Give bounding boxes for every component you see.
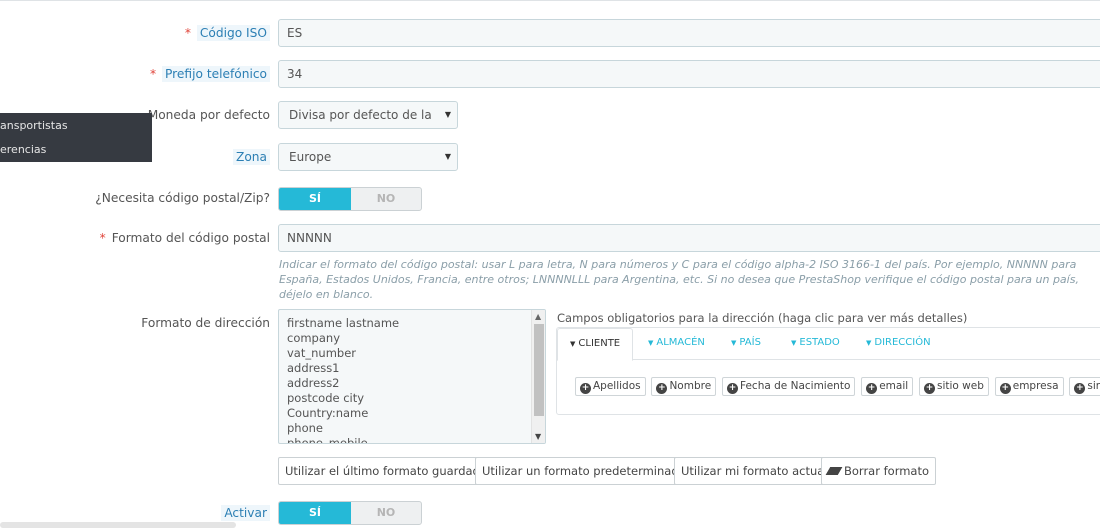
chip-label: Nombre [669,380,712,392]
iso-code-input[interactable]: ES [278,19,1100,47]
address-format-label: Formato de dirección [141,316,270,330]
tab-label: ESTADO [799,337,840,348]
use-current-format-button[interactable]: Utilizar mi formato actual [674,457,835,485]
eraser-icon [825,467,843,475]
plus-icon: + [580,383,591,394]
tab-label: DIRECCIÓN [874,337,931,348]
zip-format-help: Indicar el formato del código postal: us… [279,258,1079,301]
field-chip[interactable]: + empresa [994,377,1064,396]
horizontal-scrollbar[interactable] [0,522,236,528]
activate-label: Activar [221,505,270,521]
required-fields-panel: ▼ CLIENTE ▼ ALMACÉN ▼ PAÍS ▼ ESTADO ▼ DIRECCI… [556,327,1100,415]
required-fields-title: Campos obligatorios para la dirección (h… [557,311,968,325]
required-fields-tabs: ▼ CLIENTE ▼ ALMACÉN ▼ PAÍS ▼ ESTADO ▼ DIRECCI… [557,328,1100,361]
address-format-lines: firstname lastname company vat_number ad… [287,316,400,444]
sidebar-item-carriers[interactable]: ansportistas [0,119,68,132]
caret-down-icon: ▼ [570,340,576,348]
field-chip[interactable]: + Nombre [651,377,717,396]
address-line: phone_mobile [287,436,368,444]
address-line: vat_number [287,346,356,360]
field-chip[interactable]: + sitio web [919,377,989,396]
toggle-yes[interactable]: SÍ [279,188,351,210]
zone-label-text: Zona [233,149,270,165]
address-line: phone [287,421,323,435]
caret-down-icon: ▼ [791,339,797,347]
chip-label: empresa [1012,380,1059,392]
chip-label: sitio web [937,380,984,392]
required-marker: * [184,26,191,40]
scroll-down-icon[interactable]: ▼ [535,432,541,441]
chip-label: email [879,380,909,392]
field-chip[interactable]: + email [861,377,914,396]
plus-icon: + [656,383,668,394]
address-line: postcode city [287,391,365,405]
phone-prefix-label-text: Prefijo telefónico [162,66,270,82]
plus-icon: + [727,383,738,394]
chip-label: siret [1087,380,1100,392]
tab-label: PAÍS [739,337,761,348]
zip-format-label-text: Formato del código postal [111,231,270,245]
field-chip[interactable]: +siret [1069,377,1100,396]
sidebar-flyout-menu: ansportistas erencias [0,113,152,162]
tab-label: ALMACÉN [656,337,705,348]
tab-warehouse[interactable]: ▼ ALMACÉN [648,328,705,360]
zone-value: Europe [289,150,332,164]
clear-format-label: Borrar formato [844,464,930,478]
scrollbar-thumb[interactable] [534,324,544,416]
use-last-saved-format-button[interactable]: Utilizar el último formato guardado [278,457,494,485]
plus-icon: + [924,383,935,394]
top-divider [0,0,1100,2]
address-line: company [287,331,341,345]
toggle-no[interactable]: NO [351,502,421,524]
chevron-down-icon: ▼ [444,110,451,119]
default-currency-select[interactable]: Divisa por defecto de la tienda ▼ [278,101,458,129]
toggle-yes[interactable]: SÍ [279,502,351,524]
activate-label-text: Activar [221,505,270,521]
field-chip[interactable]: + Apellidos [575,377,646,396]
needs-zip-toggle[interactable]: SÍ NO [278,187,422,211]
zip-format-label: * Formato del código postal [100,231,270,245]
zip-format-input[interactable]: NNNNN [278,224,1100,252]
scroll-up-icon[interactable]: ▲ [535,312,541,321]
caret-down-icon: ▼ [731,339,737,347]
plus-icon: + [866,383,878,394]
phone-prefix-label: * Prefijo telefónico [149,66,270,82]
caret-down-icon: ▼ [866,339,872,347]
required-marker: * [149,67,157,81]
zone-select[interactable]: Europe ▼ [278,143,458,171]
tab-country[interactable]: ▼ PAÍS [731,328,761,360]
address-format-textarea[interactable]: firstname lastname company vat_number ad… [278,309,546,444]
field-chip[interactable]: + Fecha de Nacimiento [722,377,856,396]
iso-code-label-text: Código ISO [196,25,270,41]
use-default-format-button[interactable]: Utilizar un formato predeterminado [475,457,693,485]
tab-state[interactable]: ▼ ESTADO [791,328,840,360]
address-line: address1 [287,361,340,375]
address-line: Country:name [287,406,369,420]
plus-icon: + [999,383,1011,394]
toggle-no[interactable]: NO [351,188,421,210]
needs-zip-label: ¿Necesita código postal/Zip? [95,191,270,205]
caret-down-icon: ▼ [648,339,654,347]
required-marker: * [99,231,106,245]
activate-toggle[interactable]: SÍ NO [278,501,422,525]
tab-address[interactable]: ▼ DIRECCIÓN [866,328,931,360]
phone-prefix-input[interactable]: 34 [278,60,1100,88]
zone-label: Zona [233,149,270,165]
chip-label: Apellidos [593,380,641,392]
plus-icon: + [1074,383,1086,394]
tab-label: CLIENTE [578,338,621,349]
sidebar-item-preferences[interactable]: erencias [0,143,46,156]
field-chips: + Apellidos + Nombre + Fecha de Nacimiento … [575,377,1100,396]
address-line: firstname lastname [287,316,400,330]
tab-customer[interactable]: ▼ CLIENTE [557,328,634,361]
address-line: address2 [287,376,340,390]
iso-code-label: * Código ISO [184,25,270,41]
default-currency-value: Divisa por defecto de la tienda [289,108,434,122]
textarea-scrollbar[interactable]: ▲ ▼ [531,310,545,443]
chevron-down-icon: ▼ [444,152,451,161]
chip-label: Fecha de Nacimiento [740,380,851,392]
clear-format-button[interactable]: Borrar formato [821,457,937,485]
default-currency-label: Moneda por defecto [147,108,270,122]
